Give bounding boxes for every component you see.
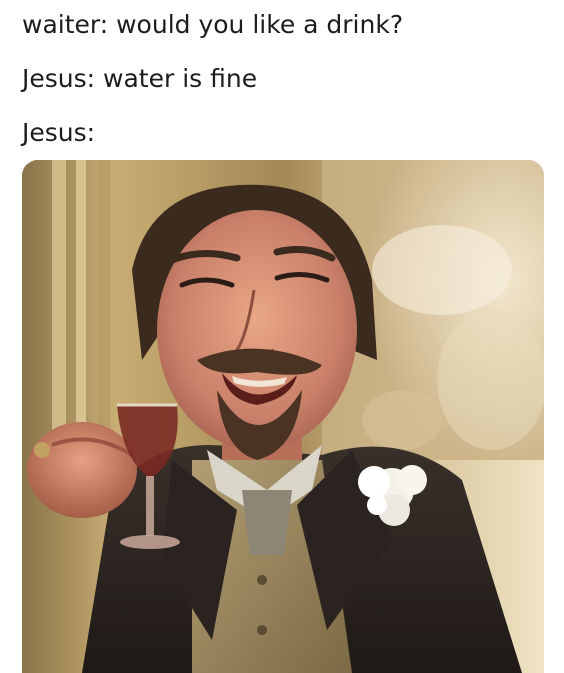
caption-line-1: waiter: would you like a drink? (22, 10, 404, 39)
laughing-man-with-wine-glass-icon (22, 160, 544, 673)
caption-line-2: Jesus: water is fine (22, 64, 258, 93)
laughing-man-image (22, 160, 544, 673)
caption-line-3: Jesus: (22, 118, 96, 147)
meme-post: waiter: would you like a drink? Jesus: w… (0, 0, 564, 673)
